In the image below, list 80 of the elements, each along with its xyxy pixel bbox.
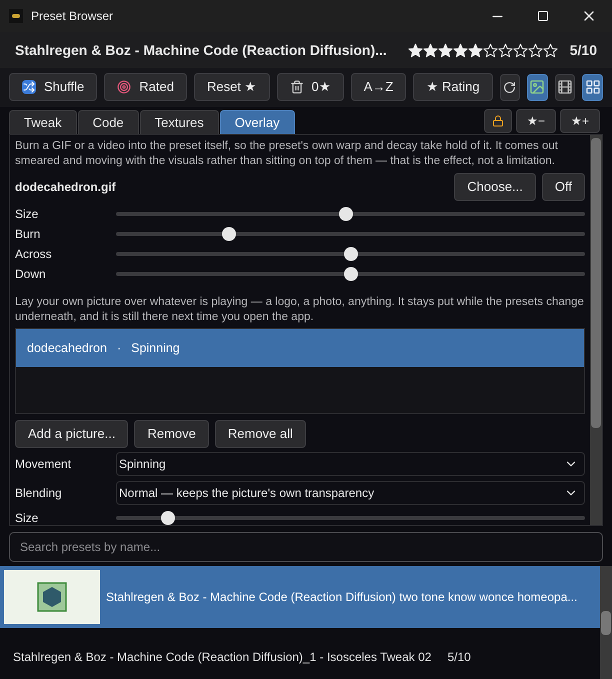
slider-track[interactable] [116, 227, 585, 241]
slider-label: Size [15, 206, 40, 223]
slider-thumb[interactable] [338, 207, 353, 221]
empty-star-icon[interactable] [542, 42, 558, 58]
burn-button[interactable]: Choose... [454, 173, 536, 201]
slider-label: Across [15, 246, 53, 263]
toolbar-button[interactable]: Rated [104, 73, 187, 101]
target-icon [117, 80, 132, 94]
window-title: Preset Browser [31, 8, 114, 25]
trash-icon [290, 80, 304, 94]
preset-list-item[interactable]: Stahlregen & Boz - Machine Code (Reaction Diffusion) two tone know wonce homeopa... [0, 566, 600, 628]
empty-star-icon[interactable] [512, 42, 528, 58]
overlay-button[interactable]: Add a picture... [15, 420, 128, 448]
grid-icon [584, 79, 601, 95]
burn-button[interactable]: Off [542, 173, 585, 201]
dropdown-label: Blending [15, 485, 63, 502]
filled-star-icon[interactable] [452, 42, 468, 58]
overlay-button[interactable]: Remove [134, 420, 209, 448]
burn-description: Burn a GIF or a video into the preset itself, so the preset's own warp and decay take hold of it. It comes out smeared and moving with the visuals rather than sitting on top of them — that is the effect, not a limitation. [15, 139, 559, 169]
film-icon [557, 79, 574, 95]
overlay-button[interactable]: Remove all [214, 420, 306, 448]
star-rating[interactable] [408, 42, 558, 58]
slider-label: Size [15, 510, 40, 525]
grid-button[interactable] [582, 74, 603, 100]
maximize-icon[interactable] [537, 10, 549, 22]
tab[interactable]: Textures [140, 110, 219, 134]
preset-name: Stahlregen & Boz - Machine Code (Reaction Diffusion) two tone know wonce homeopa... [106, 589, 578, 606]
image-icon [529, 79, 546, 95]
filled-star-icon[interactable] [438, 42, 453, 58]
scrollbar[interactable] [590, 135, 602, 525]
toolbar-button[interactable]: ★ Rating [413, 73, 493, 101]
empty-star-icon[interactable] [498, 42, 513, 58]
toolbar-button[interactable]: 0★ [276, 73, 344, 101]
empty-star-icon[interactable] [528, 42, 543, 58]
filled-star-icon[interactable] [408, 42, 423, 58]
slider-thumb[interactable] [344, 267, 358, 281]
toolbar-button[interactable]: Shuffle [9, 73, 98, 101]
toolbar-button[interactable]: A→Z [350, 73, 406, 101]
refresh-button[interactable] [500, 74, 520, 100]
burn-file-name: dodecahedron.gif [15, 179, 116, 196]
tab[interactable]: Overlay [220, 110, 295, 134]
shuffle-icon [22, 80, 36, 94]
preset-score: 5/10 [447, 649, 471, 666]
rating-button[interactable]: ★+ [560, 109, 600, 133]
slider-track[interactable] [116, 247, 585, 261]
slider-thumb[interactable] [222, 227, 236, 241]
slider-label: Down [15, 266, 47, 283]
slider-track[interactable] [116, 511, 585, 525]
refresh-icon [503, 80, 516, 94]
dropdown[interactable]: Normal — keeps the picture's own transparency [116, 481, 585, 505]
film-button[interactable] [554, 74, 576, 100]
overlay-motion: Spinning [131, 340, 180, 357]
filled-star-icon[interactable] [422, 42, 438, 58]
overlay-description: Lay your own picture over whatever is playing — a logo, a photo, anything. It stays put while the presets change underneath, and it is still there next time you open the app. [15, 295, 585, 325]
scrollbar[interactable] [600, 566, 612, 679]
rating-button[interactable]: ★− [516, 109, 556, 133]
tab[interactable]: Tweak [9, 110, 77, 134]
slider-track[interactable] [116, 207, 585, 221]
filled-star-icon[interactable] [468, 42, 483, 58]
overlay-name: dodecahedron [27, 340, 107, 357]
preset-name: Stahlregen & Boz - Machine Code (Reaction Diffusion)_1 - Isosceles Tweak 02 [13, 649, 432, 666]
toolbar-button[interactable]: Reset ★ [194, 73, 270, 101]
lock-icon[interactable] [492, 115, 504, 127]
overlay-list-item[interactable]: dodecahedron · Spinning [16, 329, 584, 367]
preset-title: Stahlregen & Boz - Machine Code (Reaction Diffusion)... [15, 40, 387, 60]
dropdown[interactable]: Spinning [116, 452, 585, 476]
preset-list-item[interactable]: Stahlregen & Boz - Machine Code (Reaction Diffusion)_1 - Isosceles Tweak 02 5/10 [0, 628, 600, 676]
separator-dot: · [116, 340, 122, 357]
tab[interactable]: Code [78, 110, 139, 134]
app-logo-icon [9, 9, 23, 23]
cube-icon [37, 582, 67, 612]
lock-button[interactable] [484, 109, 512, 133]
dropdown-label: Movement [15, 456, 72, 473]
slider-thumb[interactable] [344, 247, 358, 261]
rating-score: 5/10 [570, 40, 597, 60]
search-field[interactable]: Search presets by name... [9, 532, 603, 562]
image-button[interactable] [527, 74, 548, 100]
slider-thumb[interactable] [160, 511, 175, 525]
slider-track[interactable] [116, 267, 585, 281]
slider-label: Burn [15, 226, 42, 243]
